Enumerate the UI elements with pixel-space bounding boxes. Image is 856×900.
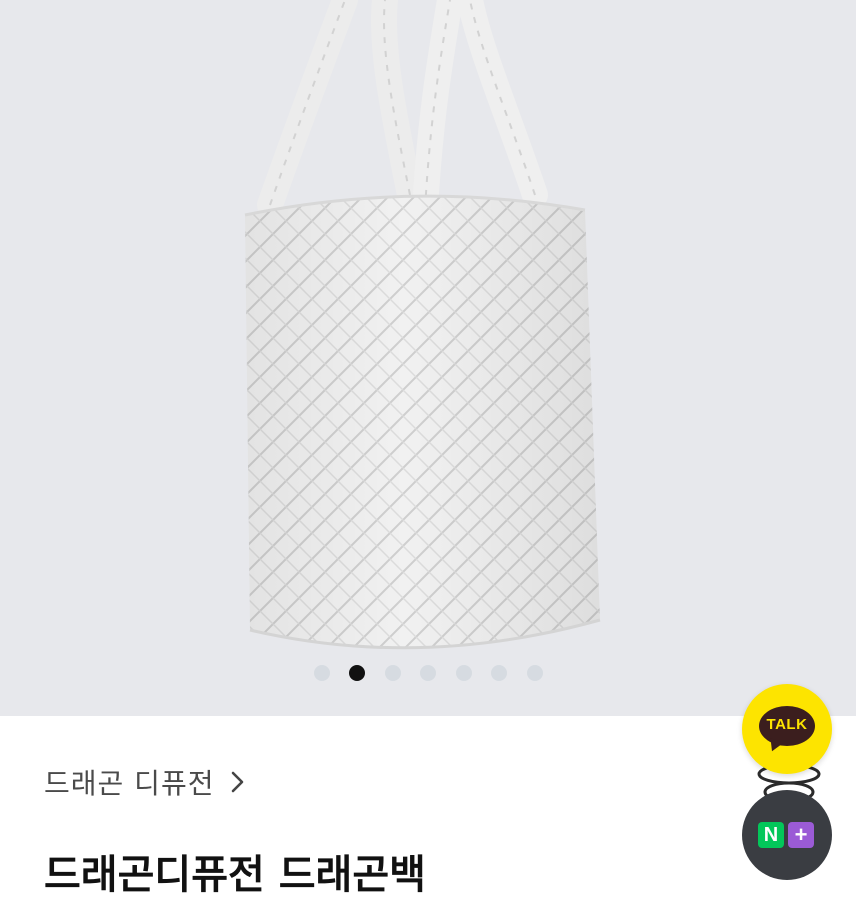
product-image-carousel[interactable] bbox=[0, 0, 856, 716]
talk-label: TALK bbox=[766, 716, 808, 733]
carousel-dot[interactable] bbox=[456, 665, 472, 681]
carousel-dot[interactable] bbox=[527, 665, 543, 681]
chevron-right-icon bbox=[232, 771, 244, 793]
naver-n-icon: N bbox=[758, 822, 784, 848]
naver-plus-button[interactable]: N + bbox=[742, 790, 832, 880]
carousel-dot[interactable] bbox=[385, 665, 401, 681]
carousel-dot-active[interactable] bbox=[349, 665, 365, 681]
carousel-dot[interactable] bbox=[420, 665, 436, 681]
brand-name: 드래곤 디퓨전 bbox=[44, 767, 215, 800]
naver-plus-icon: + bbox=[788, 822, 814, 848]
kakao-talk-button[interactable]: TALK bbox=[742, 684, 832, 774]
carousel-dot[interactable] bbox=[491, 665, 507, 681]
brand-link[interactable]: 드래곤 디퓨전 bbox=[44, 762, 248, 802]
carousel-indicator bbox=[0, 663, 856, 683]
product-title: 드래곤디퓨전 드래곤백 bbox=[44, 852, 426, 898]
product-info: 드래곤 디퓨전 드래곤디퓨전 드래곤백 bbox=[0, 716, 856, 898]
carousel-dot[interactable] bbox=[314, 665, 330, 681]
product-image bbox=[244, 0, 601, 650]
